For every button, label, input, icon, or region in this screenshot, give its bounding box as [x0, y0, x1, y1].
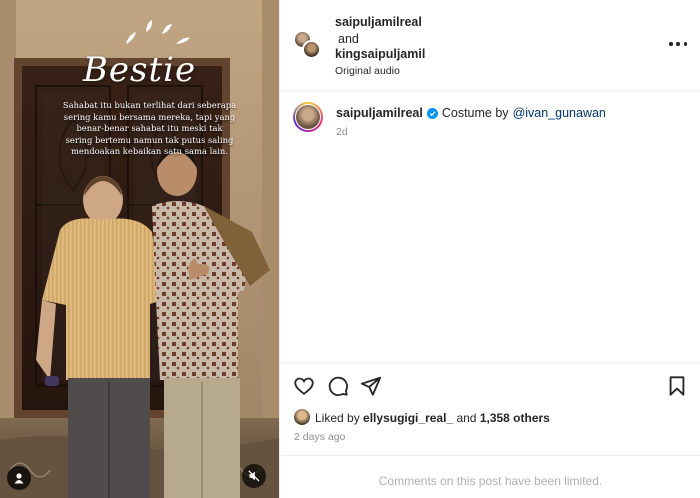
caption-author-avatar[interactable] [293, 102, 323, 132]
story-caption: Sahabat itu bukan terlihat dari seberapa… [62, 100, 237, 157]
collaborator-and-label: and [338, 32, 359, 46]
action-bar: Liked by ellysugigi_real_ and 1,358 othe… [280, 362, 700, 452]
dot-icon [669, 42, 673, 46]
dot-icon [683, 42, 687, 46]
likes-count-link[interactable]: 1,358 others [480, 411, 550, 425]
share-icon[interactable] [360, 375, 382, 397]
liker-username[interactable]: ellysugigi_real_ [363, 411, 453, 425]
more-options-button[interactable] [669, 38, 687, 50]
caption: saipuljamilreal Costume by @ivan_gunawan [336, 106, 606, 120]
likes-conj: and [456, 411, 477, 425]
collaborator-username-1[interactable]: saipuljamilreal [335, 15, 422, 29]
caption-mention-link[interactable]: @ivan_gunawan [513, 106, 606, 120]
user-icon [14, 473, 24, 484]
mute-button[interactable] [242, 464, 266, 488]
tagged-users-button[interactable] [7, 466, 31, 490]
comments-limited-notice: Comments on this post have been limited. [280, 455, 700, 498]
speaker-muted-icon [248, 470, 260, 482]
bestie-flourish-icon [126, 20, 190, 44]
collab-avatars[interactable] [293, 30, 323, 60]
likes-summary: Liked by ellysugigi_real_ and 1,358 othe… [315, 411, 550, 425]
dot-icon [676, 42, 680, 46]
caption-username[interactable]: saipuljamilreal [336, 106, 423, 120]
caption-timestamp[interactable]: 2d [336, 126, 348, 138]
verified-badge-icon [426, 107, 438, 119]
post-header: saipuljamilreal and kingsaipuljamil Orig… [280, 0, 700, 91]
audio-label[interactable]: Original audio [335, 65, 400, 77]
bookmark-icon[interactable] [666, 375, 688, 397]
caption-text: Costume by [441, 106, 509, 120]
liker-avatar[interactable] [294, 409, 310, 425]
post-media[interactable]: Bestie Sahabat itu bukan terlihat dari s… [0, 0, 279, 498]
post-date[interactable]: 2 days ago [294, 431, 345, 443]
avatar [302, 40, 321, 59]
collaborator-username-2[interactable]: kingsaipuljamil [335, 47, 425, 61]
comment-icon[interactable] [327, 375, 349, 397]
likes-prefix: Liked by [315, 411, 360, 425]
post-details-panel: saipuljamilreal and kingsaipuljamil Orig… [279, 0, 700, 498]
heart-icon[interactable] [293, 375, 315, 397]
instagram-post-viewer: Bestie Sahabat itu bukan terlihat dari s… [0, 0, 700, 498]
story-title: Bestie [82, 50, 197, 90]
